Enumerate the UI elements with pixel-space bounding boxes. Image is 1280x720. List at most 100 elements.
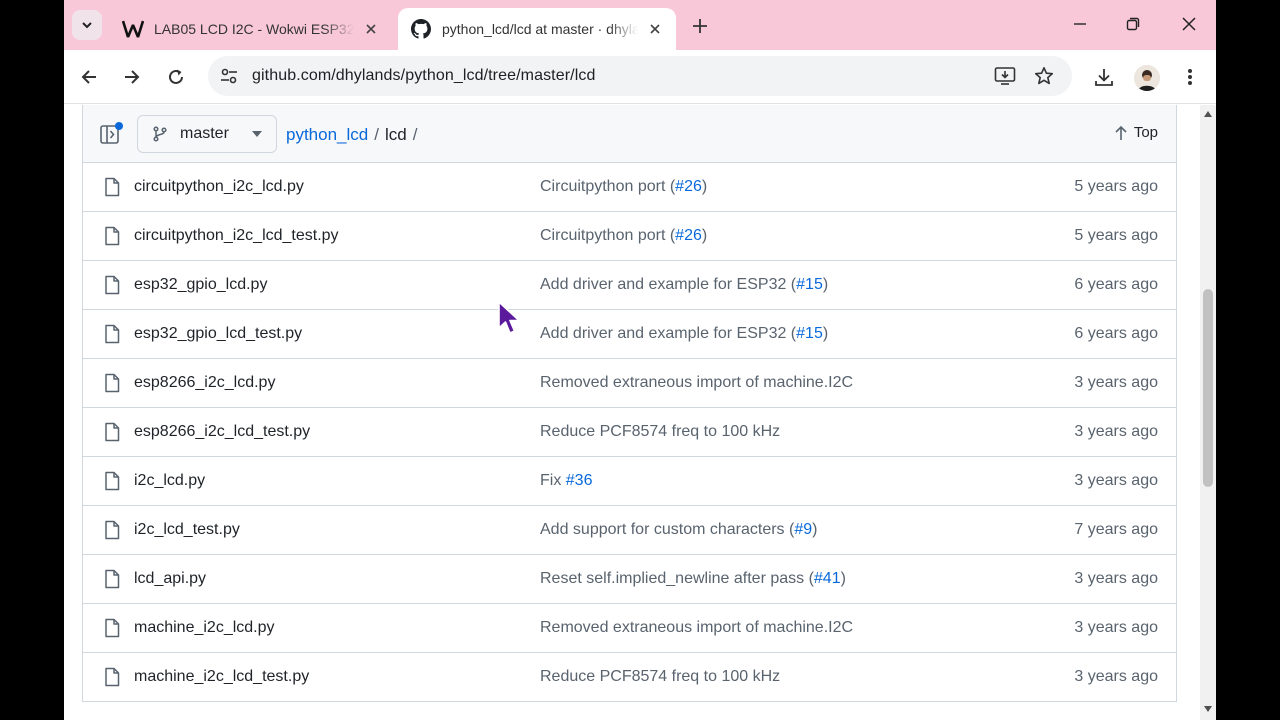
file-row[interactable]: machine_i2c_lcd.py Removed extraneous imp… [83,604,1176,653]
commit-message-text[interactable]: Removed extraneous import of machine.I2C [540,374,853,391]
commit-age: 6 years ago [1074,325,1158,342]
profile-avatar[interactable] [1134,65,1160,91]
breadcrumb: python_lcd / lcd / [286,125,417,145]
file-row[interactable]: i2c_lcd.py Fix #36 3 years ago [83,457,1176,506]
tab-search-button[interactable] [72,10,102,40]
file-row[interactable]: esp8266_i2c_lcd_test.py Reduce PCF8574 fr… [83,408,1176,457]
scroll-up-arrow-icon[interactable] [1204,111,1212,117]
commit-age: 3 years ago [1074,374,1158,391]
file-row[interactable]: esp32_gpio_lcd.py Add driver and example … [83,261,1176,310]
file-row[interactable]: machine_i2c_lcd_test.py Reduce PCF8574 fr… [83,653,1176,702]
commit-message-text[interactable]: Removed extraneous import of machine.I2C [540,619,853,636]
file-name-link[interactable]: esp32_gpio_lcd.py [134,276,267,294]
avatar-icon [1134,65,1160,91]
file-name-link[interactable]: esp32_gpio_lcd_test.py [134,325,302,343]
commit-message[interactable]: Add support for custom characters (#9) [540,521,817,539]
install-app-button[interactable] [991,62,1019,90]
commit-message-text[interactable]: Add support for custom characters ( [540,521,794,538]
tab-github[interactable]: python_lcd/lcd at master · dhylands [398,8,676,50]
file-name-link[interactable]: circuitpython_i2c_lcd_test.py [134,227,339,245]
file-name-link[interactable]: i2c_lcd.py [134,472,205,490]
commit-message[interactable]: Removed extraneous import of machine.I2C [540,619,853,637]
pull-request-link[interactable]: #9 [794,521,812,538]
tab-wokwi[interactable]: LAB05 LCD I2C - Wokwi ESP32, [110,8,392,50]
file-name-link[interactable]: circuitpython_i2c_lcd.py [134,178,304,196]
file-icon [103,373,121,393]
commit-age: 3 years ago [1074,619,1158,636]
repo-file-header: master python_lcd / lcd / Top [82,105,1177,163]
back-button[interactable] [74,62,104,92]
github-icon [410,18,432,40]
site-info-button[interactable] [214,61,244,91]
file-row[interactable]: circuitpython_i2c_lcd_test.py Circuitpyth… [83,212,1176,261]
commit-message-text[interactable]: Reset self.implied_newline after pass ( [540,570,814,587]
file-name-link[interactable]: lcd_api.py [134,570,206,588]
commit-message[interactable]: Reduce PCF8574 freq to 100 kHz [540,668,780,686]
commit-message-text[interactable]: Circuitpython port ( [540,178,675,195]
commit-message-suffix: ) [812,521,818,538]
close-tab-icon[interactable] [646,20,664,38]
plus-icon [693,19,707,33]
commit-message[interactable]: Circuitpython port (#26) [540,178,707,196]
commit-message-text[interactable]: Fix [540,472,566,489]
downloads-button[interactable] [1089,62,1119,92]
file-tree-toggle[interactable] [99,121,125,147]
scroll-down-arrow-icon[interactable] [1204,706,1212,712]
file-row[interactable]: lcd_api.py Reset self.implied_newline aft… [83,555,1176,604]
new-tab-button[interactable] [686,12,714,40]
address-bar[interactable]: github.com/dhylands/python_lcd/tree/mast… [208,56,1072,96]
star-icon [1034,67,1054,85]
pull-request-link[interactable]: #26 [675,178,702,195]
file-name-link[interactable]: machine_i2c_lcd.py [134,619,275,637]
file-row[interactable]: esp8266_i2c_lcd.py Removed extraneous imp… [83,359,1176,408]
close-window-button[interactable] [1173,10,1205,38]
breadcrumb-current-folder: lcd [384,125,407,144]
restore-button[interactable] [1117,10,1149,38]
commit-message[interactable]: Add driver and example for ESP32 (#15) [540,325,828,343]
file-icon [103,569,121,589]
reload-button[interactable] [161,62,191,92]
commit-message-text[interactable]: Add driver and example for ESP32 ( [540,276,796,293]
close-icon [1182,17,1196,31]
page-scrollbar[interactable] [1200,105,1216,720]
bookmark-button[interactable] [1030,62,1058,90]
pull-request-link[interactable]: #41 [814,570,841,587]
top-label: Top [1133,124,1158,141]
commit-message[interactable]: Reset self.implied_newline after pass (#… [540,570,846,588]
commit-message[interactable]: Fix #36 [540,472,592,490]
git-branch-icon [153,126,167,142]
file-name-link[interactable]: esp8266_i2c_lcd.py [134,374,275,392]
pull-request-link[interactable]: #26 [675,227,702,244]
branch-name: master [180,125,229,142]
commit-age: 5 years ago [1074,227,1158,244]
pull-request-link[interactable]: #15 [796,276,823,293]
file-name-link[interactable]: esp8266_i2c_lcd_test.py [134,423,310,441]
close-tab-icon[interactable] [362,20,380,38]
commit-message[interactable]: Circuitpython port (#26) [540,227,707,245]
pull-request-link[interactable]: #36 [566,472,593,489]
breadcrumb-repo-link[interactable]: python_lcd [286,125,368,145]
file-row[interactable]: esp32_gpio_lcd_test.py Add driver and exa… [83,310,1176,359]
browser-menu-button[interactable] [1175,62,1205,92]
commit-age: 3 years ago [1074,570,1158,587]
pull-request-link[interactable]: #15 [796,325,823,342]
branch-selector[interactable]: master [137,115,277,153]
file-name-link[interactable]: i2c_lcd_test.py [134,521,240,539]
commit-message-text[interactable]: Add driver and example for ESP32 ( [540,325,796,342]
minimize-button[interactable] [1064,10,1096,38]
more-vertical-icon [1188,69,1192,85]
back-to-top-button[interactable]: Top [1114,124,1158,141]
file-row[interactable]: i2c_lcd_test.py Add support for custom ch… [83,506,1176,555]
commit-message[interactable]: Add driver and example for ESP32 (#15) [540,276,828,294]
commit-message[interactable]: Removed extraneous import of machine.I2C [540,374,853,392]
forward-button[interactable] [117,62,147,92]
commit-message-text[interactable]: Reduce PCF8574 freq to 100 kHz [540,423,780,440]
commit-message-text[interactable]: Circuitpython port ( [540,227,675,244]
commit-message[interactable]: Reduce PCF8574 freq to 100 kHz [540,423,780,441]
file-row[interactable]: circuitpython_i2c_lcd.py Circuitpython po… [83,163,1176,212]
scrollbar-thumb[interactable] [1203,289,1213,487]
file-name-link[interactable]: machine_i2c_lcd_test.py [134,668,309,686]
commit-message-text[interactable]: Reduce PCF8574 freq to 100 kHz [540,668,780,685]
page-content: master python_lcd / lcd / Top circuitpyt… [64,105,1200,720]
arrow-left-icon [81,70,96,84]
